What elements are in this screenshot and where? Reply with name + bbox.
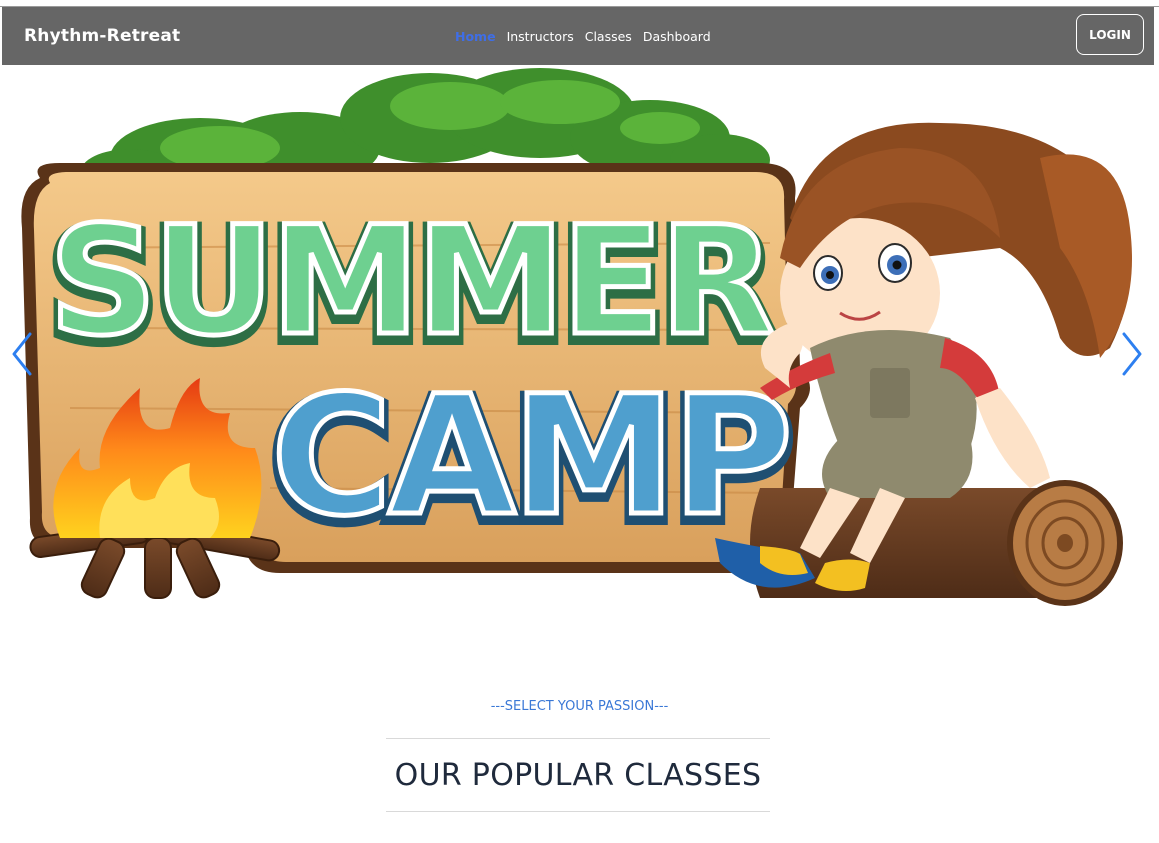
summer-text: SUMMER <box>49 195 773 369</box>
login-button[interactable]: LOGIN <box>1076 14 1144 55</box>
nav-link-dashboard[interactable]: Dashboard <box>643 29 711 44</box>
carousel-prev-arrow-icon[interactable] <box>10 332 34 376</box>
brand-logo[interactable]: Rhythm-Retreat <box>24 26 180 46</box>
nav-link-instructors[interactable]: Instructors <box>507 29 574 44</box>
nav-links: Home Instructors Classes Dashboard <box>455 29 711 44</box>
section-tagline: ---SELECT YOUR PASSION--- <box>490 699 669 714</box>
section-heading: OUR POPULAR CLASSES <box>394 757 762 793</box>
carousel-next-arrow-icon[interactable] <box>1120 332 1144 376</box>
section-heading-box: OUR POPULAR CLASSES <box>386 738 770 812</box>
nav-link-home[interactable]: Home <box>455 29 496 44</box>
nav-link-classes[interactable]: Classes <box>585 29 632 44</box>
summer-camp-banner-image: SUMMER SUMMER CAMP CAMP <box>21 68 1132 606</box>
camp-text: CAMP <box>271 360 789 552</box>
top-border <box>0 0 1159 7</box>
navbar: Rhythm-Retreat Home Instructors Classes … <box>2 7 1154 65</box>
hero-carousel: SUMMER SUMMER CAMP CAMP <box>0 68 1159 628</box>
